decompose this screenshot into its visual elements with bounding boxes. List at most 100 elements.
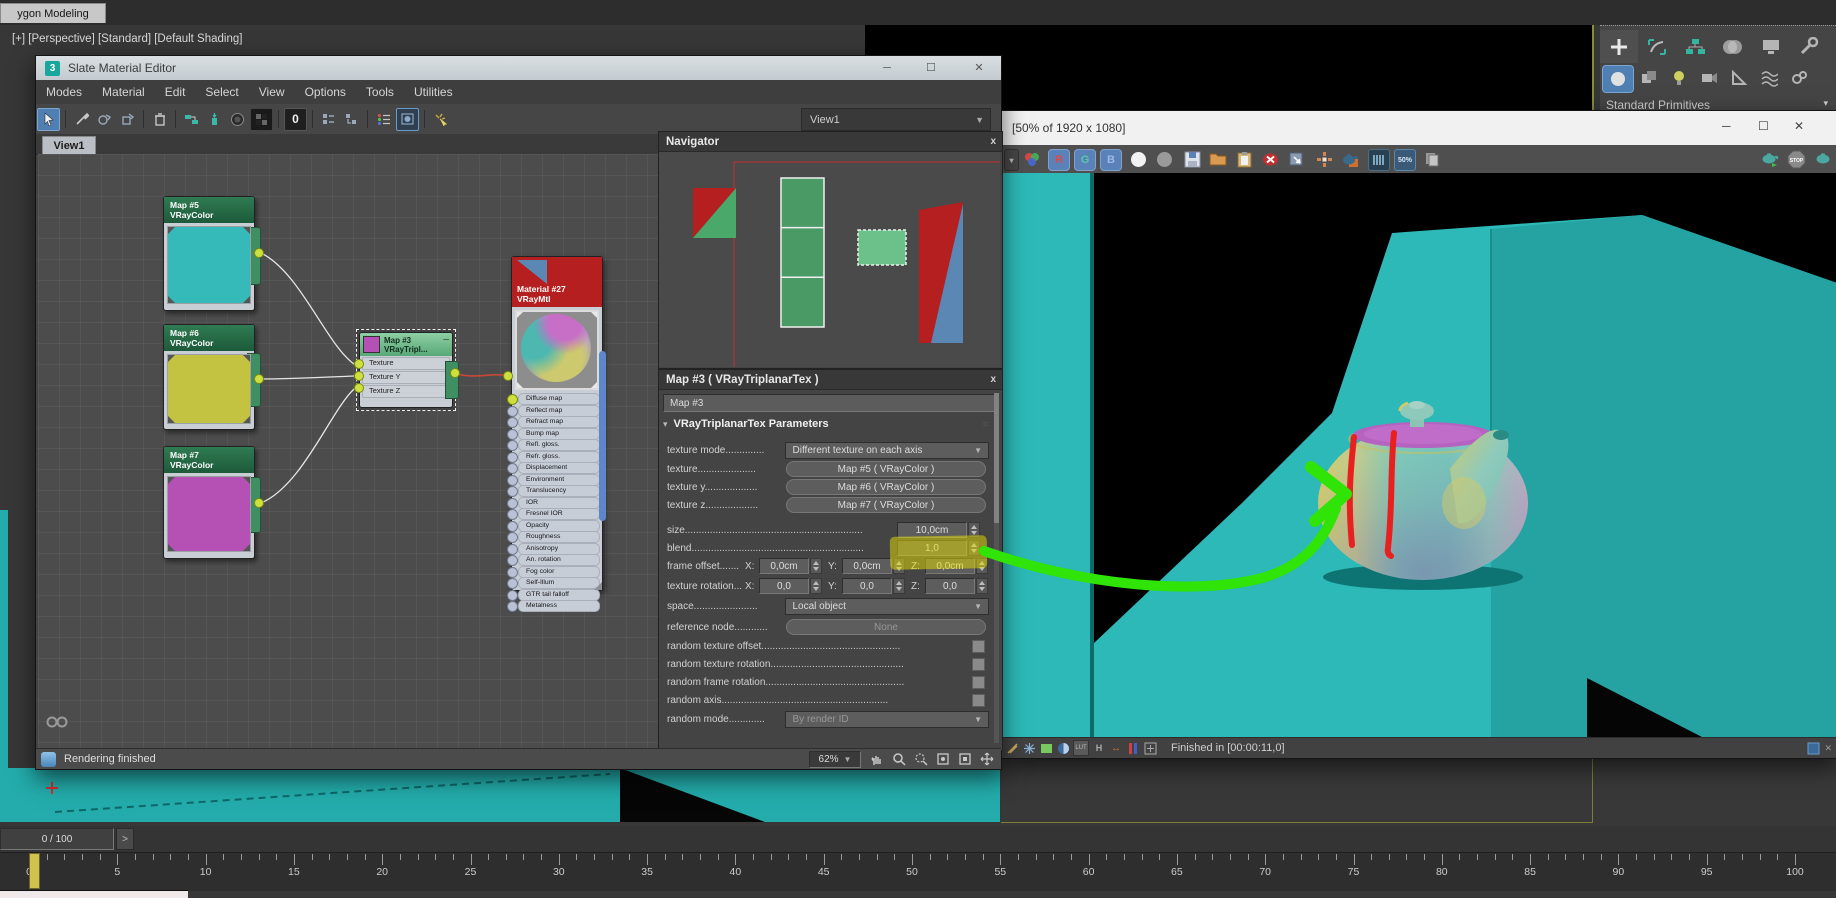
- material-slot[interactable]: Displacement: [512, 462, 602, 474]
- stereo-bars-icon[interactable]: [1126, 741, 1140, 755]
- preview-window-icon[interactable]: [396, 108, 419, 131]
- curve-icon[interactable]: [1056, 741, 1070, 755]
- stop-render-icon[interactable]: STOP: [1786, 149, 1806, 169]
- close-button[interactable]: ✕: [1794, 119, 1804, 133]
- material-slot[interactable]: Refr. gloss.: [512, 451, 602, 463]
- show-background-icon[interactable]: [250, 108, 273, 131]
- map3-input-slot[interactable]: Texture: [362, 357, 450, 370]
- size-field[interactable]: 10,0cm: [897, 522, 967, 538]
- material-slot[interactable]: Refract map: [512, 416, 602, 428]
- slot-input-dot[interactable]: [507, 440, 518, 451]
- navigator-title-bar[interactable]: Navigator x: [659, 132, 1002, 152]
- slot-input-dot[interactable]: [507, 406, 518, 417]
- category-systems[interactable]: [1784, 65, 1814, 91]
- material-slot[interactable]: Fog color: [512, 566, 602, 578]
- material-list-icon[interactable]: [373, 109, 394, 130]
- compare-images-icon[interactable]: [1368, 149, 1390, 171]
- viewport-label[interactable]: [+] [Perspective] [Standard] [Default Sh…: [12, 33, 242, 45]
- texture-mode-dropdown[interactable]: Different texture on each axis ▼: [785, 442, 990, 459]
- blend-field[interactable]: 1,0: [897, 540, 967, 556]
- slot-input-dot[interactable]: [507, 475, 518, 486]
- space-dropdown[interactable]: Local object ▼: [785, 598, 990, 615]
- node-material27[interactable]: Material #27 VRayMtl Diffuse mapReflect …: [511, 256, 603, 591]
- slot-input-dot[interactable]: [507, 521, 518, 532]
- tab-motion[interactable]: [1714, 30, 1752, 63]
- checkbox[interactable]: [972, 676, 985, 689]
- slot-input-dot[interactable]: [507, 532, 518, 543]
- color-corrections-icon[interactable]: [1005, 741, 1019, 755]
- slot-input-dot[interactable]: [507, 463, 518, 474]
- slot-input-dot[interactable]: [507, 590, 518, 601]
- texture-rotation-z-field[interactable]: 0,0: [925, 578, 975, 594]
- time-slider[interactable]: [29, 853, 40, 889]
- compare-horizontal-icon[interactable]: ↔: [1109, 741, 1123, 755]
- channels-dropdown-icon[interactable]: ▾: [1004, 149, 1019, 171]
- slot-input-dot[interactable]: [507, 601, 518, 612]
- view-selector-dropdown[interactable]: View1 ▼: [801, 108, 991, 131]
- slot-input-dot[interactable]: [507, 486, 518, 497]
- vfb-expand-icon[interactable]: ✕: [1824, 743, 1832, 754]
- select-tool-options-icon[interactable]: [430, 109, 451, 130]
- render-icon[interactable]: [1814, 149, 1834, 169]
- texture-rotation-x-spinner[interactable]: [810, 578, 822, 594]
- put-to-library-icon[interactable]: [117, 109, 138, 130]
- panel-title-bar[interactable]: Map #3 ( VRayTriplanarTex ) x: [659, 370, 1002, 390]
- menu-select[interactable]: Select: [195, 85, 248, 99]
- rendered-image[interactable]: [1002, 173, 1836, 738]
- menu-tools[interactable]: Tools: [356, 85, 404, 99]
- close-icon[interactable]: x: [990, 136, 996, 147]
- tab-modify[interactable]: [1638, 30, 1676, 63]
- frame-number-field[interactable]: 0 / 100: [0, 828, 114, 850]
- category-shapes[interactable]: [1634, 65, 1664, 91]
- next-frame-button[interactable]: >: [116, 828, 134, 850]
- maximize-button[interactable]: ☐: [918, 60, 944, 76]
- material-slot[interactable]: IOR: [512, 497, 602, 509]
- show-shaded-material-icon[interactable]: [227, 109, 248, 130]
- material-slot[interactable]: An. rotation: [512, 554, 602, 566]
- select-tool-icon[interactable]: [37, 108, 60, 131]
- menu-modes[interactable]: Modes: [36, 85, 92, 99]
- pick-material-icon[interactable]: [71, 109, 92, 130]
- frame-offset-z-field[interactable]: 0,0cm: [925, 558, 975, 574]
- tab-view1[interactable]: View1: [42, 136, 96, 156]
- color-swatch[interactable]: [168, 477, 250, 551]
- vfb-title-bar[interactable]: [50% of 1920 x 1080] ─ ☐ ✕: [1002, 111, 1836, 145]
- maximize-button[interactable]: ☐: [1758, 119, 1769, 133]
- duplicate-window-icon[interactable]: [1286, 149, 1306, 169]
- frame-offset-z-spinner[interactable]: [976, 558, 988, 574]
- category-spacewarps[interactable]: [1754, 65, 1784, 91]
- delete-icon[interactable]: [149, 109, 170, 130]
- pan-hand-icon[interactable]: [869, 751, 885, 772]
- move-children-icon[interactable]: [181, 109, 202, 130]
- texture-rotation-y-field[interactable]: 0,0: [842, 578, 892, 594]
- slot-input-dot[interactable]: [507, 509, 518, 520]
- red-channel-button[interactable]: R: [1048, 149, 1070, 171]
- clear-image-icon[interactable]: [1260, 149, 1280, 169]
- render-last-icon[interactable]: [1760, 149, 1780, 169]
- map3-input-slot[interactable]: Texture Z: [362, 385, 450, 398]
- reference-node-button[interactable]: None: [786, 619, 986, 635]
- exposure-icon[interactable]: [1039, 741, 1053, 755]
- frame-offset-y-field[interactable]: 0,0cm: [842, 558, 892, 574]
- material-slot[interactable]: Self-Illum: [512, 577, 602, 589]
- texture-z-button[interactable]: Map #7 ( VRayColor ): [786, 497, 986, 513]
- mono-channel-icon[interactable]: [1154, 149, 1174, 169]
- menu-material[interactable]: Material: [92, 85, 155, 99]
- pan-to-selected-icon[interactable]: [979, 751, 995, 772]
- material-slot[interactable]: Refl. gloss.: [512, 439, 602, 451]
- track-mouse-icon[interactable]: [1314, 149, 1334, 169]
- zoom-extents-icon[interactable]: [935, 751, 951, 772]
- close-button[interactable]: ✕: [966, 60, 992, 76]
- menu-view[interactable]: View: [249, 85, 295, 99]
- zoom-tool-icon[interactable]: [891, 751, 907, 772]
- copy-clipboard-icon[interactable]: [1234, 149, 1254, 169]
- category-geometry[interactable]: [1602, 65, 1634, 93]
- assign-material-icon[interactable]: [94, 109, 115, 130]
- material-slot[interactable]: Environment: [512, 474, 602, 486]
- panel-scrollbar[interactable]: [994, 393, 999, 743]
- material-name-field[interactable]: Map #3: [663, 394, 997, 412]
- slot-input-dot[interactable]: [507, 417, 518, 428]
- load-image-icon[interactable]: [1208, 149, 1228, 169]
- timeline-ruler[interactable]: 0510152025303540455055606570758085909510…: [0, 852, 1836, 891]
- menu-edit[interactable]: Edit: [155, 85, 196, 99]
